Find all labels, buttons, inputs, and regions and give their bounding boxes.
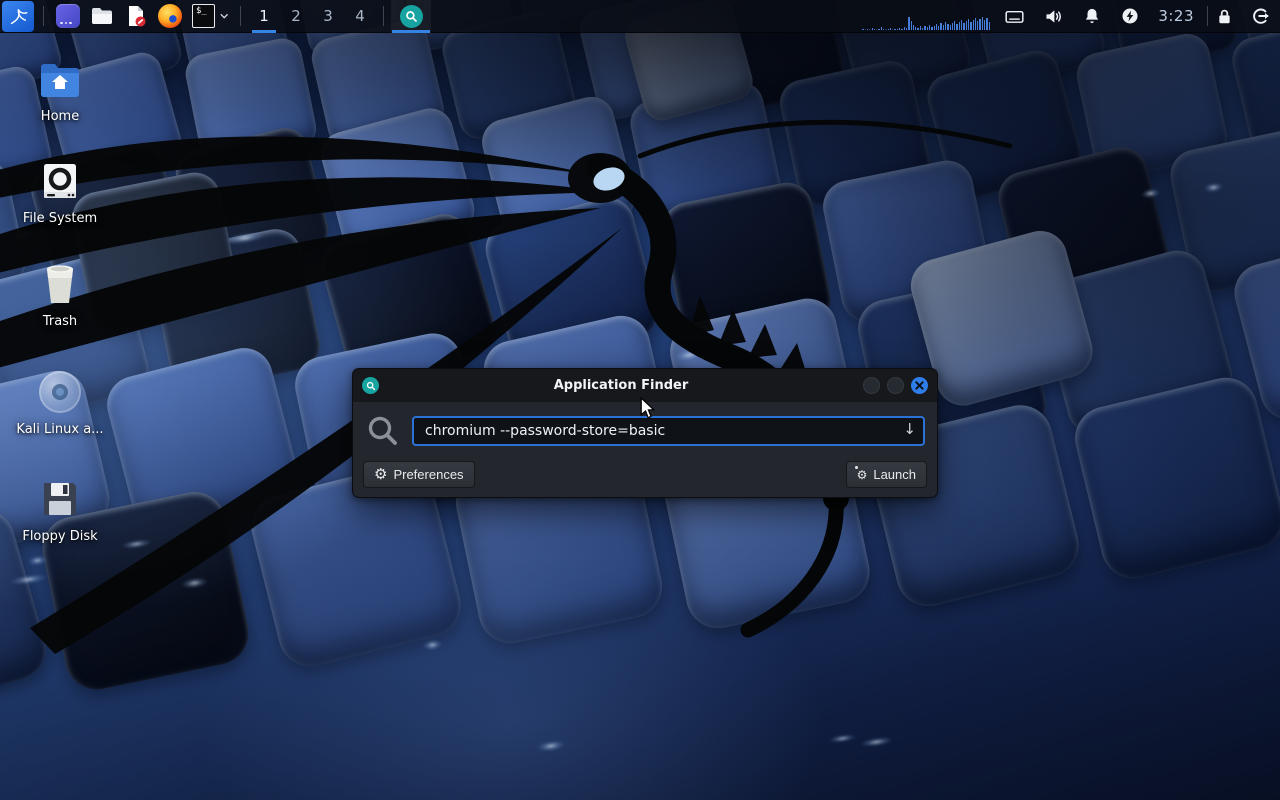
desktop-icon-label: Trash	[12, 314, 108, 329]
session-controls	[1215, 6, 1270, 26]
system-monitor-graph[interactable]	[862, 0, 990, 33]
drive-icon	[12, 159, 108, 203]
floppy-icon	[12, 477, 108, 521]
home-folder-icon	[12, 57, 108, 101]
command-input[interactable]	[412, 416, 925, 446]
volume-icon[interactable]	[1043, 6, 1064, 27]
purple-window-icon	[56, 4, 80, 28]
preferences-label: Preferences	[393, 467, 463, 482]
desktop-icon-floppy[interactable]: Floppy Disk	[12, 477, 108, 544]
mouse-cursor	[640, 397, 656, 420]
window-search-icon	[362, 377, 379, 394]
power-manager-icon[interactable]	[1120, 6, 1140, 26]
desktop-icon-label: Home	[12, 109, 108, 124]
workspace-1[interactable]: 1	[248, 0, 280, 33]
workspace-label: 2	[291, 7, 301, 25]
workspace-label: 1	[259, 7, 269, 25]
gear-icon: ⚙	[374, 467, 387, 482]
chevron-down-icon[interactable]	[220, 13, 228, 19]
launcher-desktop[interactable]	[51, 0, 85, 33]
workspace-4[interactable]: 4	[344, 0, 376, 33]
desktop-icon-label: File System	[12, 211, 108, 226]
desktop-root: Home File System Trash Kali Linux	[0, 0, 1280, 800]
launch-label: Launch	[873, 467, 916, 482]
kali-menu-button[interactable]	[2, 1, 34, 32]
search-magnifier-icon	[366, 414, 400, 448]
system-tray: 3:23	[1004, 6, 1194, 27]
search-icon	[400, 5, 423, 28]
preferences-button[interactable]: ⚙ Preferences	[363, 461, 475, 488]
launcher-text-editor[interactable]	[119, 0, 153, 33]
terminal-prompt-glyph: $_	[196, 7, 207, 16]
document-icon	[124, 4, 148, 28]
firefox-icon	[158, 4, 182, 28]
kali-dragon-silhouette	[0, 28, 1020, 668]
desktop-icon-home[interactable]: Home	[12, 57, 108, 124]
workspace-label: 4	[355, 7, 365, 25]
panel-separator	[383, 6, 384, 26]
top-panel: $_ 1 2 3 4	[0, 0, 1280, 33]
input-dropdown-arrow[interactable]: ↓	[903, 420, 916, 438]
clock[interactable]: 3:23	[1158, 7, 1194, 25]
maximize-button[interactable]	[887, 377, 904, 394]
workspace-2[interactable]: 2	[280, 0, 312, 33]
close-icon	[915, 381, 924, 390]
workspace-label: 3	[323, 7, 333, 25]
desktop-icon-trash[interactable]: Trash	[12, 262, 108, 329]
desktop-icon-file-system[interactable]: File System	[12, 159, 108, 226]
application-finder-window: Application Finder ↓	[352, 368, 938, 498]
panel-separator	[43, 6, 44, 26]
workspace-3[interactable]: 3	[312, 0, 344, 33]
run-gear-icon: ⚙	[857, 469, 868, 481]
panel-separator	[1207, 6, 1208, 26]
launch-button[interactable]: ⚙ Launch	[846, 461, 927, 488]
minimize-button[interactable]	[863, 377, 880, 394]
notifications-bell-icon[interactable]	[1082, 6, 1102, 26]
desktop-icon-label: Floppy Disk	[12, 529, 108, 544]
panel-separator	[240, 6, 241, 26]
launcher-terminal[interactable]: $_	[187, 0, 233, 33]
keyboard-icon[interactable]	[1004, 6, 1025, 27]
folder-icon	[90, 4, 114, 28]
launcher-firefox[interactable]	[153, 0, 187, 33]
logout-icon[interactable]	[1250, 6, 1270, 26]
launcher-file-manager[interactable]	[85, 0, 119, 33]
taskbar-application-finder[interactable]	[391, 0, 431, 33]
terminal-icon: $_	[192, 4, 215, 28]
kali-dragon-icon	[7, 5, 29, 27]
desktop-icon-kali-media[interactable]: Kali Linux a...	[12, 370, 108, 437]
disc-icon	[12, 370, 108, 414]
lock-icon[interactable]	[1215, 7, 1234, 26]
window-title: Application Finder	[379, 378, 863, 393]
trash-icon	[12, 262, 108, 306]
close-button[interactable]	[911, 377, 928, 394]
desktop-icon-label: Kali Linux a...	[12, 422, 108, 437]
